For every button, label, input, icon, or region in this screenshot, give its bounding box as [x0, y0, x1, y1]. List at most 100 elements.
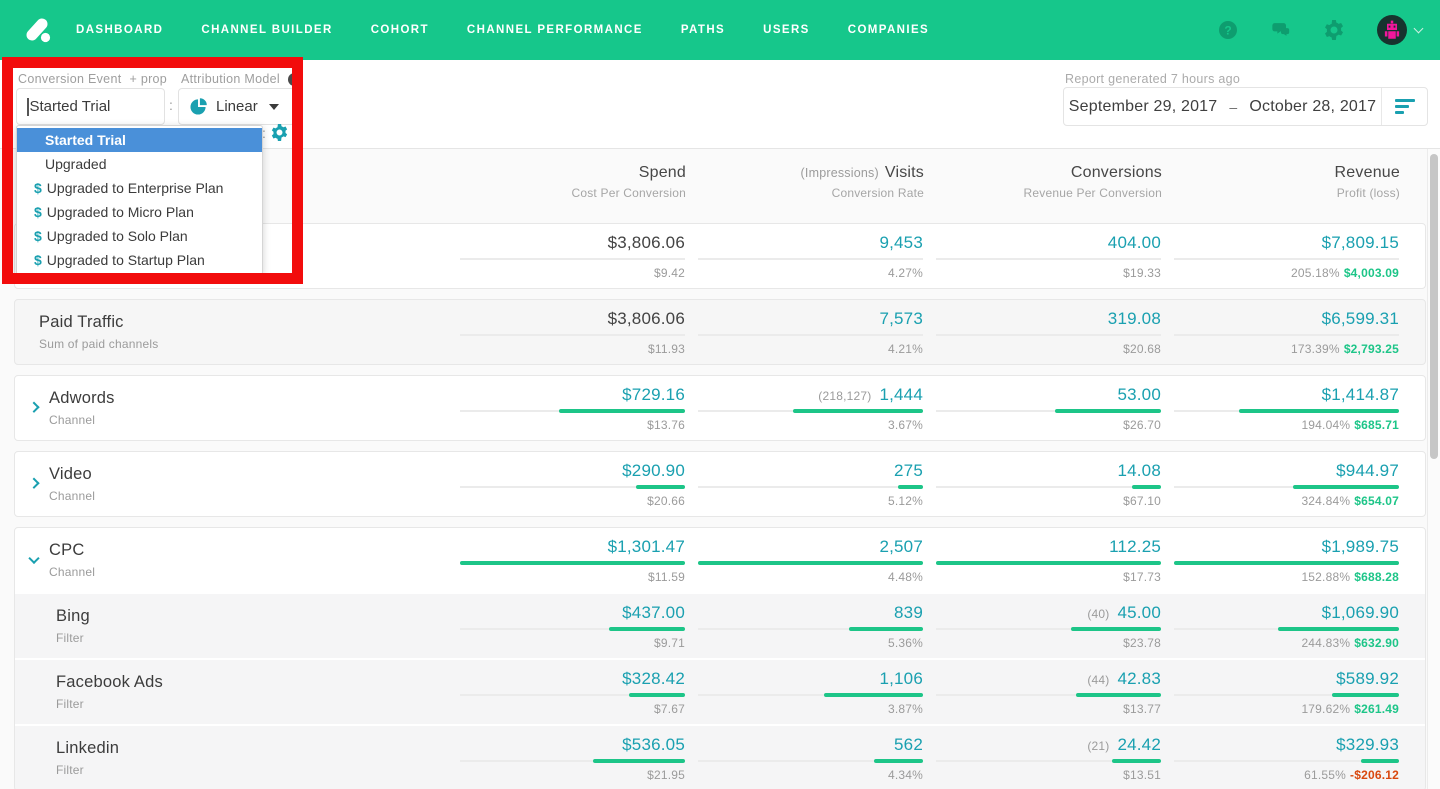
- conversions-cell: (21) 24.42 $13.51: [936, 735, 1161, 782]
- revenue-cell: $329.93 61.55% -$206.12: [1174, 735, 1399, 782]
- event-settings-gear-icon[interactable]: [271, 124, 288, 141]
- row-label: Adwords Channel: [49, 389, 115, 427]
- date-start: September 29, 2017: [1068, 97, 1218, 115]
- avatar: [1377, 15, 1407, 45]
- conversions-cell: (40) 45.00 $23.78: [936, 603, 1161, 650]
- dropdown-item-upgraded[interactable]: Upgraded: [17, 152, 262, 176]
- nav-item-paths[interactable]: PATHS: [681, 24, 725, 36]
- dropdown-item-upgraded-to-micro-plan[interactable]: $ Upgraded to Micro Plan: [17, 200, 262, 224]
- row-label: CPC Channel: [49, 541, 96, 579]
- conversions-cell: (44) 42.83 $13.77: [936, 669, 1161, 716]
- conversions-cell: 53.00 $26.70: [936, 385, 1161, 432]
- nav-item-users[interactable]: USERS: [763, 24, 810, 36]
- attribution-model-label: Attribution Model i: [181, 72, 301, 86]
- table-row-card: Paid Traffic Sum of paid channels $3,806.0…: [14, 299, 1426, 365]
- report-generated-label: Report generated 7 hours ago: [1065, 72, 1241, 86]
- revenue-cell: $7,809.15 205.18% $4,003.09: [1174, 233, 1399, 280]
- column-header-conversions[interactable]: Conversions Revenue Per Conversion: [937, 164, 1162, 200]
- row-label: Video Channel: [49, 465, 96, 503]
- dropdown-item-upgraded-to-solo-plan[interactable]: $ Upgraded to Solo Plan: [17, 224, 262, 248]
- gear-icon[interactable]: [1324, 20, 1344, 40]
- conversions-cell: 112.25 $17.73: [936, 537, 1161, 584]
- help-icon[interactable]: ?: [1218, 20, 1238, 40]
- date-filter-button[interactable]: [1381, 88, 1427, 125]
- spend-cell: $3,806.06 $11.93: [460, 309, 685, 356]
- spend-cell: $729.16 $13.76: [460, 385, 685, 432]
- revenue-cell: $6,599.31 173.39% $2,793.25: [1174, 309, 1399, 356]
- table-row-card: Video Channel $290.90 $20.66 275 5.12% 14.08 $6…: [14, 451, 1426, 517]
- chevron-down-icon: [1413, 23, 1424, 33]
- spend-cell: $3,806.06 $9.42: [460, 233, 685, 280]
- dropdown-item-upgraded-to-enterprise-plan[interactable]: $ Upgraded to Enterprise Plan: [17, 176, 262, 200]
- conversions-cell: 319.08 $20.68: [936, 309, 1161, 356]
- dropdown-item-upgraded-to-startup-plan[interactable]: $ Upgraded to Startup Plan: [17, 248, 262, 272]
- table-row-cpc[interactable]: CPC Channel $1,301.47 $11.59 2,507 4.48% 112.2…: [15, 528, 1425, 592]
- date-end: October 28, 2017: [1249, 97, 1377, 115]
- top-nav: DASHBOARD CHANNEL BUILDER COHORT CHANNEL PE…: [0, 0, 1440, 60]
- date-separator: –: [1229, 98, 1238, 115]
- channel-group-card: CPC Channel $1,301.47 $11.59 2,507 4.48% 112.2…: [14, 527, 1426, 789]
- revenue-cell: $589.92 179.62% $261.49: [1174, 669, 1399, 716]
- column-header-spend[interactable]: Spend Cost Per Conversion: [461, 164, 686, 200]
- dropdown-item-started-trial[interactable]: Started Trial: [17, 128, 262, 152]
- spend-cell: $328.42 $7.67: [460, 669, 685, 716]
- info-icon[interactable]: i: [287, 72, 301, 86]
- add-prop-link[interactable]: + prop: [129, 72, 167, 86]
- column-header-visits[interactable]: (Impressions) Visits Conversion Rate: [699, 164, 924, 200]
- conversion-event-dropdown: Started Trial Upgraded $ Upgraded to Enterp…: [16, 125, 263, 275]
- attribution-logo-icon[interactable]: [22, 14, 54, 46]
- conversion-event-input[interactable]: Started Trial: [16, 88, 165, 125]
- nav-item-dashboard[interactable]: DASHBOARD: [76, 24, 163, 36]
- table-row-linkedin[interactable]: Linkedin Filter $536.05 $21.95 562 4.34% (21) 2…: [15, 726, 1425, 789]
- nav-item-channel-builder[interactable]: CHANNEL BUILDER: [201, 24, 332, 36]
- visits-cell: 275 5.12%: [698, 461, 923, 508]
- table-row-adwords[interactable]: Adwords Channel $729.16 $13.76 (218,127) 1,44…: [15, 376, 1425, 440]
- scrollbar-thumb[interactable]: [1430, 154, 1438, 459]
- user-menu[interactable]: [1377, 15, 1424, 45]
- nav-item-channel-performance[interactable]: CHANNEL PERFORMANCE: [467, 24, 643, 36]
- table-row-bing[interactable]: Bing Filter $437.00 $9.71 839 5.36% (40) 45.00 $…: [15, 594, 1425, 658]
- revenue-cell: $944.97 324.84% $654.07: [1174, 461, 1399, 508]
- nav-item-cohort[interactable]: COHORT: [371, 24, 429, 36]
- select-caret-icon: [268, 103, 279, 110]
- table-row-paid-traffic[interactable]: Paid Traffic Sum of paid channels $3,806.0…: [15, 300, 1425, 364]
- robot-avatar-icon: [1384, 20, 1400, 39]
- spend-cell: $536.05 $21.95: [460, 735, 685, 782]
- table-row-facebook-ads[interactable]: Facebook Ads Filter $328.42 $7.67 1,106 3.87%…: [15, 660, 1425, 724]
- nav-menu: DASHBOARD CHANNEL BUILDER COHORT CHANNEL PE…: [76, 24, 929, 36]
- money-event-icon: $: [34, 180, 42, 196]
- conversion-event-label: Conversion Event + prop: [18, 72, 168, 86]
- table-row-card: Adwords Channel $729.16 $13.76 (218,127) 1,44…: [14, 375, 1426, 441]
- nav-item-companies[interactable]: COMPANIES: [848, 24, 929, 36]
- visits-cell: 9,453 4.27%: [698, 233, 923, 280]
- spend-cell: $1,301.47 $11.59: [460, 537, 685, 584]
- visits-cell: 839 5.36%: [698, 603, 923, 650]
- conversions-cell: 404.00 $19.33: [936, 233, 1161, 280]
- table-row-video[interactable]: Video Channel $290.90 $20.66 275 5.12% 14.08 $6…: [15, 452, 1425, 516]
- table-body: $3,806.06 $9.42 9,453 4.27% 404.00 $19.33 $7,8…: [14, 223, 1426, 789]
- spend-cell: $437.00 $9.71: [460, 603, 685, 650]
- svg-text:?: ?: [1224, 24, 1231, 38]
- pie-chart-icon: [190, 98, 207, 115]
- attribution-model-select[interactable]: Linear: [178, 88, 295, 125]
- text-cursor: [27, 97, 29, 116]
- revenue-cell: $1,414.87 194.04% $685.71: [1174, 385, 1399, 432]
- row-label: Bing Filter: [56, 607, 90, 645]
- spend-cell: $290.90 $20.66: [460, 461, 685, 508]
- column-header-revenue[interactable]: Revenue Profit (loss): [1175, 164, 1400, 200]
- scrollbar: [1427, 149, 1440, 789]
- visits-cell: 562 4.34%: [698, 735, 923, 782]
- separator-colon: :: [169, 97, 173, 113]
- row-label: Paid Traffic Sum of paid channels: [39, 313, 159, 351]
- conversions-cell: 14.08 $67.10: [936, 461, 1161, 508]
- visits-cell: 1,106 3.87%: [698, 669, 923, 716]
- money-event-icon: $: [34, 252, 42, 268]
- money-event-icon: $: [34, 228, 42, 244]
- row-label: Linkedin Filter: [56, 739, 120, 777]
- chat-icon[interactable]: [1271, 20, 1291, 40]
- date-range-picker[interactable]: September 29, 2017 – October 28, 2017: [1063, 87, 1428, 126]
- row-label: Facebook Ads Filter: [56, 673, 163, 711]
- visits-cell: 7,573 4.21%: [698, 309, 923, 356]
- visits-cell: (218,127) 1,444 3.67%: [698, 385, 923, 432]
- revenue-cell: $1,069.90 244.83% $632.90: [1174, 603, 1399, 650]
